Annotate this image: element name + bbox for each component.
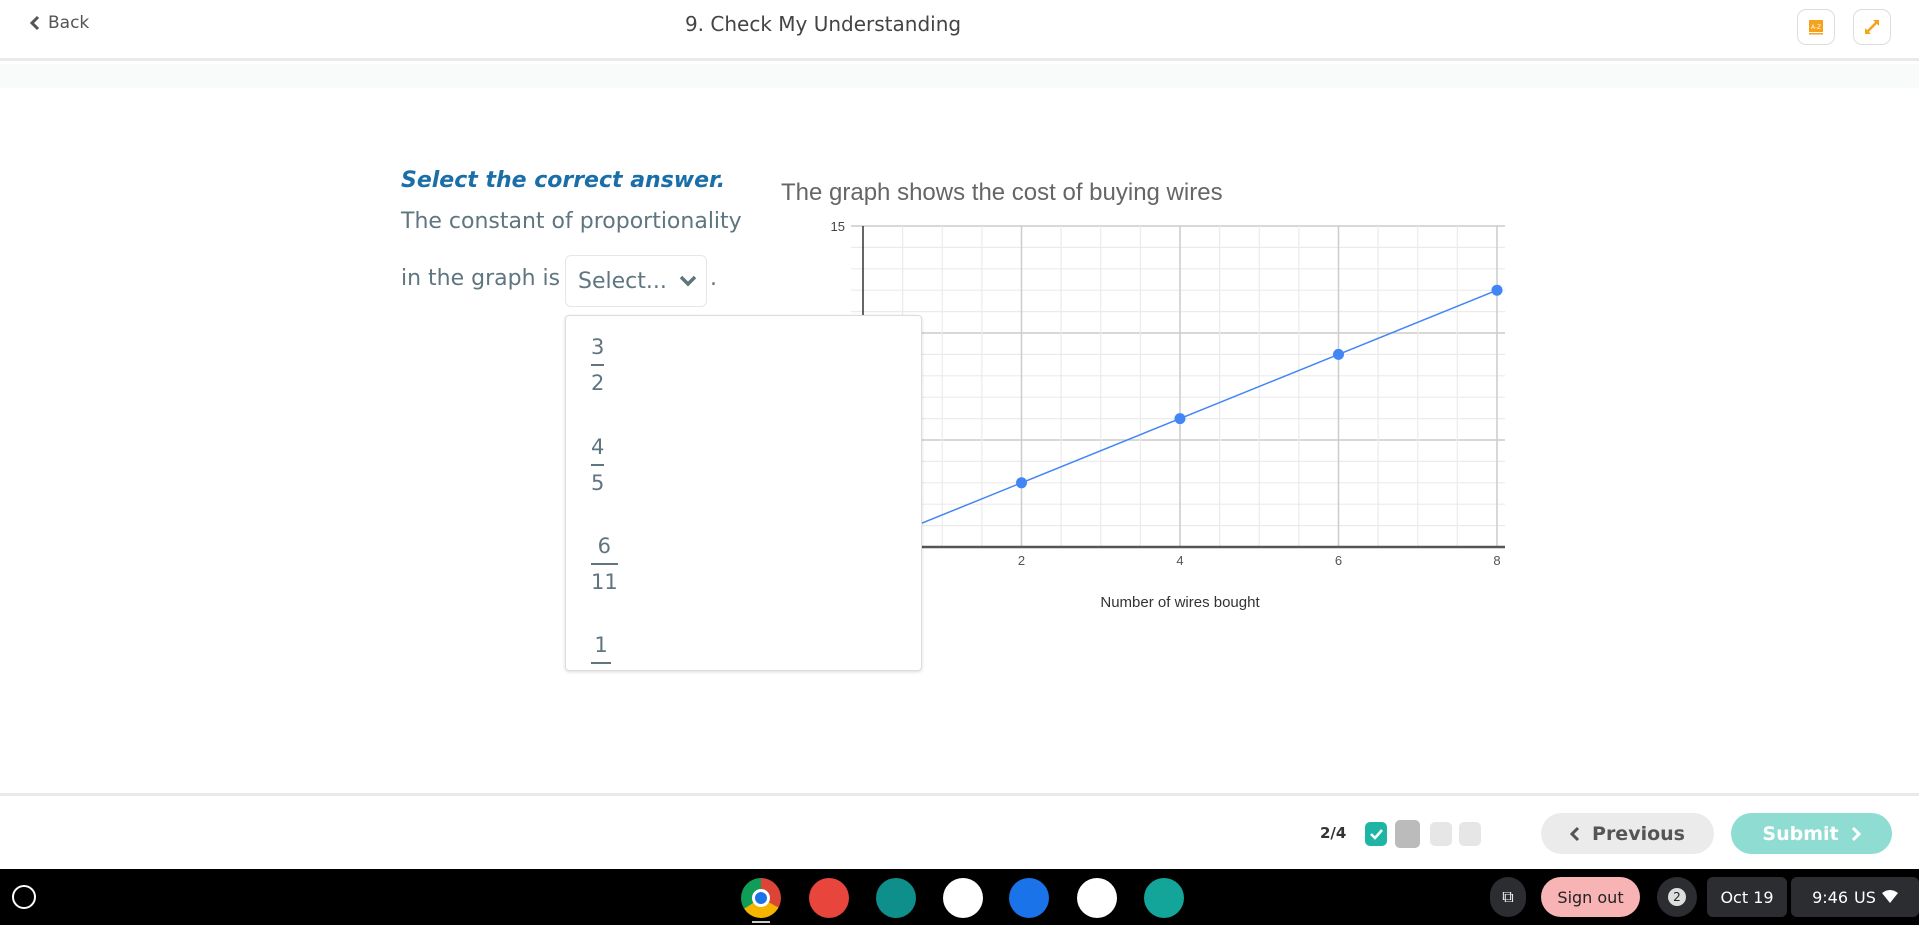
chrome-icon[interactable] <box>741 878 781 918</box>
submit-label: Submit <box>1762 822 1839 845</box>
y-tick-label: 15 <box>831 219 845 234</box>
data-point <box>1491 284 1503 296</box>
files-icon[interactable] <box>1009 878 1049 918</box>
denominator: 11 <box>591 570 618 594</box>
launcher-icon[interactable] <box>12 885 36 909</box>
x-tick-label: 6 <box>1335 553 1342 568</box>
numerator: 4 <box>591 435 605 459</box>
numerator: 1 <box>594 633 608 657</box>
data-point <box>1174 413 1186 425</box>
time: 9:46 <box>1812 887 1849 907</box>
sign-out-button[interactable]: Sign out <box>1541 877 1640 917</box>
data-point <box>1016 477 1027 489</box>
chart-marks <box>862 284 1503 548</box>
previous-button[interactable]: Previous <box>1541 813 1714 854</box>
chart-title: The graph shows the cost of buying wires <box>781 179 1223 206</box>
screen-capture-icon[interactable]: ⧉ <box>1490 877 1526 917</box>
cost-chart: The graph shows the cost of buying wires… <box>781 179 1505 611</box>
system-tray[interactable]: 9:46 US <box>1791 877 1919 917</box>
denominator: 2 <box>591 371 605 395</box>
wifi-icon <box>1881 890 1898 903</box>
books-icon[interactable] <box>1077 878 1117 918</box>
denominator: 5 <box>591 471 605 495</box>
chevron-left-icon <box>1570 826 1580 841</box>
data-point <box>1333 348 1344 360</box>
notification-badge[interactable]: 2 <box>1657 877 1697 917</box>
x-tick-label: 8 <box>1493 553 1500 568</box>
date[interactable]: Oct 19 <box>1707 877 1787 917</box>
footer-divider <box>0 793 1919 796</box>
option-4-5[interactable]: 45 <box>591 435 605 495</box>
locale: US <box>1854 887 1876 907</box>
chevron-right-icon <box>1851 826 1861 841</box>
option-3-2[interactable]: 32 <box>591 335 605 395</box>
submit-button[interactable]: Submit <box>1731 813 1892 854</box>
x-tick-label: 2 <box>1018 553 1025 568</box>
previous-label: Previous <box>1592 822 1685 845</box>
x-tick-label: 4 <box>1176 553 1183 568</box>
numerator: 3 <box>591 335 605 359</box>
question-4-indicator[interactable] <box>1459 822 1481 846</box>
notification-count: 2 <box>1668 888 1686 906</box>
progress-text: 2/4 <box>1320 824 1347 842</box>
question-1-indicator[interactable] <box>1365 822 1387 846</box>
active-app-indicator <box>752 921 770 923</box>
app-icon[interactable] <box>1144 878 1184 918</box>
fraction-bar <box>591 563 618 565</box>
fraction-bar <box>591 662 611 664</box>
fraction-bar <box>591 364 605 366</box>
question-3-indicator[interactable] <box>1430 822 1452 846</box>
option-1[interactable]: 1 <box>591 633 611 669</box>
paint-icon[interactable] <box>809 878 849 918</box>
chart-grid: 15 2 4 6 8 <box>831 219 1505 568</box>
link-icon[interactable] <box>943 878 983 918</box>
question-2-indicator[interactable] <box>1395 820 1420 848</box>
option-6-11[interactable]: 6 11 <box>591 534 618 594</box>
check-icon <box>1370 829 1383 840</box>
fraction-bar <box>591 464 605 466</box>
classroom-icon[interactable] <box>876 878 916 918</box>
numerator: 6 <box>597 534 612 558</box>
select-dropdown-menu: 32 45 6 11 1 <box>565 315 922 671</box>
x-axis-label: Number of wires bought <box>1100 594 1260 611</box>
